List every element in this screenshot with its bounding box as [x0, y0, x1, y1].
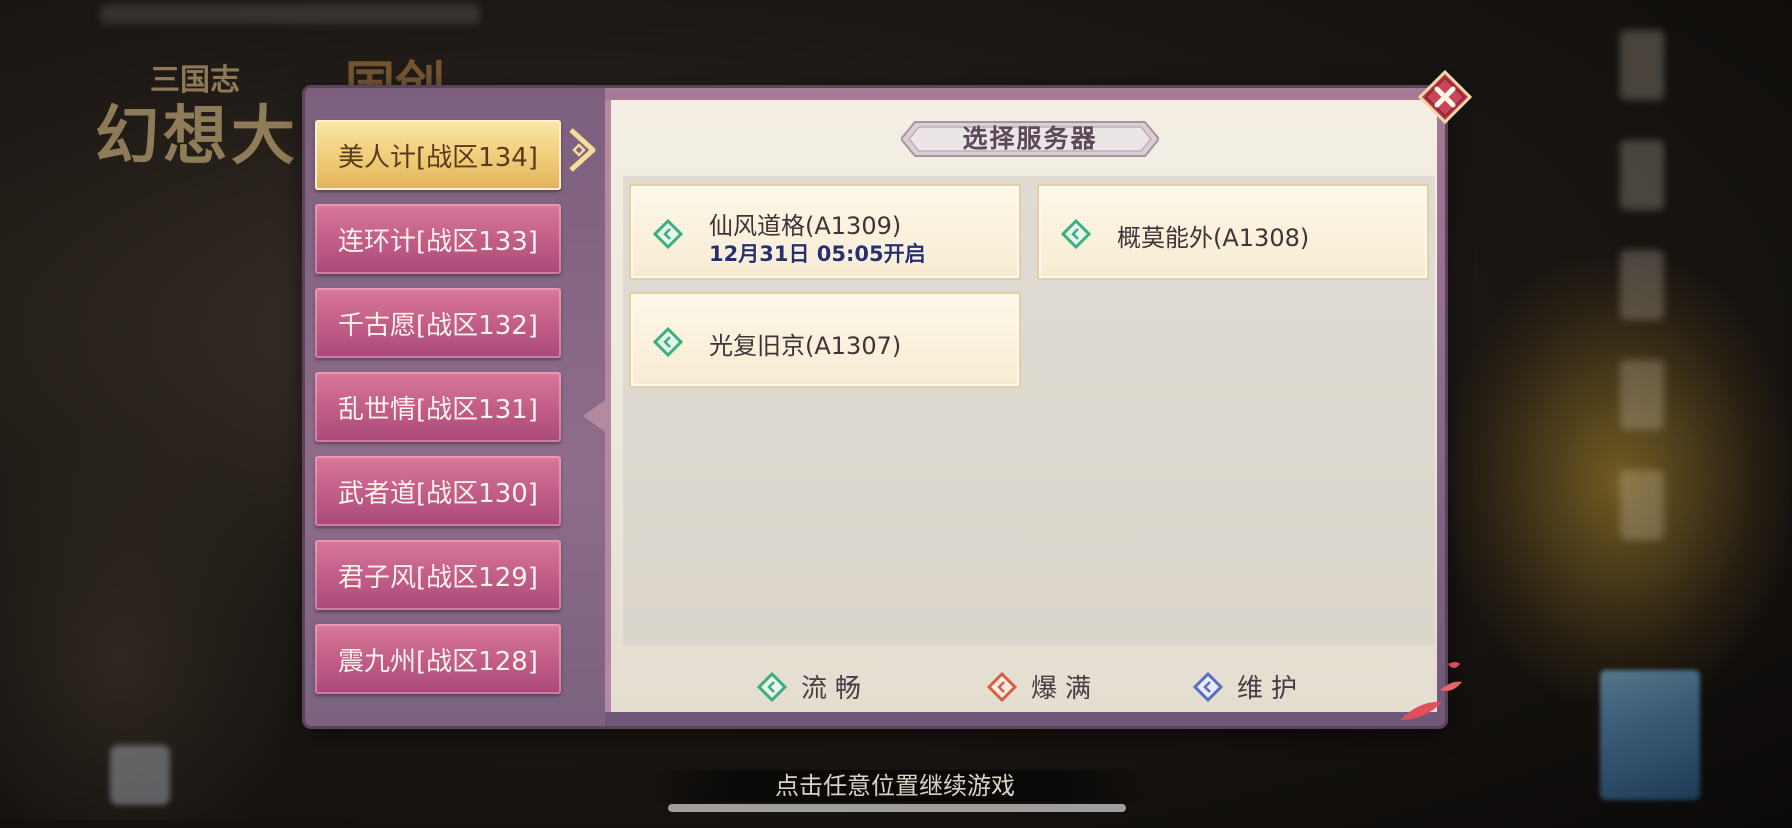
server-item-a1307[interactable]: 光复旧京(A1307): [629, 292, 1021, 388]
legend-maintenance: 维护: [1193, 668, 1305, 705]
zone-item-134[interactable]: 美人计[战区134]: [315, 120, 561, 190]
zone-item-131[interactable]: 乱世情[战区131]: [315, 372, 561, 442]
petal-decoration: [1400, 662, 1462, 720]
legend-label: 维护: [1237, 674, 1306, 704]
server-name: 概莫能外(A1308): [1117, 224, 1310, 252]
menu-item-blurred[interactable]: [1620, 30, 1664, 100]
legend-label: 爆满: [1031, 674, 1100, 704]
dialog-title-banner: 选择服务器: [901, 118, 1159, 160]
dialog-title: 选择服务器: [962, 124, 1098, 153]
zone-item-133[interactable]: 连环计[战区133]: [315, 204, 561, 274]
right-side-menu: [1620, 30, 1670, 580]
home-indicator[interactable]: [668, 804, 1126, 812]
panel-notch: [583, 400, 605, 432]
status-smooth-icon: [653, 219, 683, 249]
zone-panel: 美人计[战区134] 连环计[战区133] 千古愿[战区132] 乱世情[战区1…: [305, 88, 605, 726]
status-full-icon: [987, 671, 1017, 702]
status-smooth-icon: [653, 327, 683, 357]
status-smooth-icon: [1061, 219, 1091, 249]
menu-item-blurred[interactable]: [1620, 360, 1664, 430]
selected-arrow-icon: [569, 128, 596, 172]
menu-item-blurred[interactable]: [1620, 250, 1664, 320]
continue-hint[interactable]: 点击任意位置继续游戏: [640, 770, 1150, 802]
server-name: 仙风道格(A1309): [709, 212, 902, 240]
menu-item-blurred[interactable]: [1620, 470, 1664, 540]
server-list: 仙风道格(A1309) 12月31日 05:05开启 概莫能外(A1308) 光…: [623, 176, 1435, 646]
server-open-time: 12月31日 05:05开启: [709, 242, 926, 266]
legend-full: 爆满: [987, 668, 1099, 705]
zone-item-129[interactable]: 君子风[战区129]: [315, 540, 561, 610]
zone-item-130[interactable]: 武者道[战区130]: [315, 456, 561, 526]
menu-item-blurred[interactable]: [1620, 140, 1664, 210]
blurred-status-text: [100, 4, 480, 24]
legend-smooth: 流畅: [757, 668, 869, 705]
zone-list: 美人计[战区134] 连环计[战区133] 千古愿[战区132] 乱世情[战区1…: [315, 120, 561, 708]
server-item-a1309[interactable]: 仙风道格(A1309) 12月31日 05:05开启: [629, 184, 1021, 280]
bottom-right-card-icon[interactable]: [1600, 670, 1700, 800]
zone-item-128[interactable]: 震九州[战区128]: [315, 624, 561, 694]
server-item-a1308[interactable]: 概莫能外(A1308): [1037, 184, 1429, 280]
zone-item-132[interactable]: 千古愿[战区132]: [315, 288, 561, 358]
bottom-left-icon[interactable]: [110, 745, 170, 805]
server-panel: 选择服务器 仙风道格(A1309) 12月31日 05:05开启 概莫能外(A1…: [583, 100, 1437, 712]
server-select-dialog: 美人计[战区134] 连环计[战区133] 千古愿[战区132] 乱世情[战区1…: [305, 88, 1445, 726]
close-icon[interactable]: [1418, 70, 1472, 124]
status-maintenance-icon: [1193, 671, 1223, 702]
status-smooth-icon: [757, 671, 787, 702]
server-name: 光复旧京(A1307): [709, 332, 902, 360]
legend-label: 流畅: [801, 674, 870, 704]
